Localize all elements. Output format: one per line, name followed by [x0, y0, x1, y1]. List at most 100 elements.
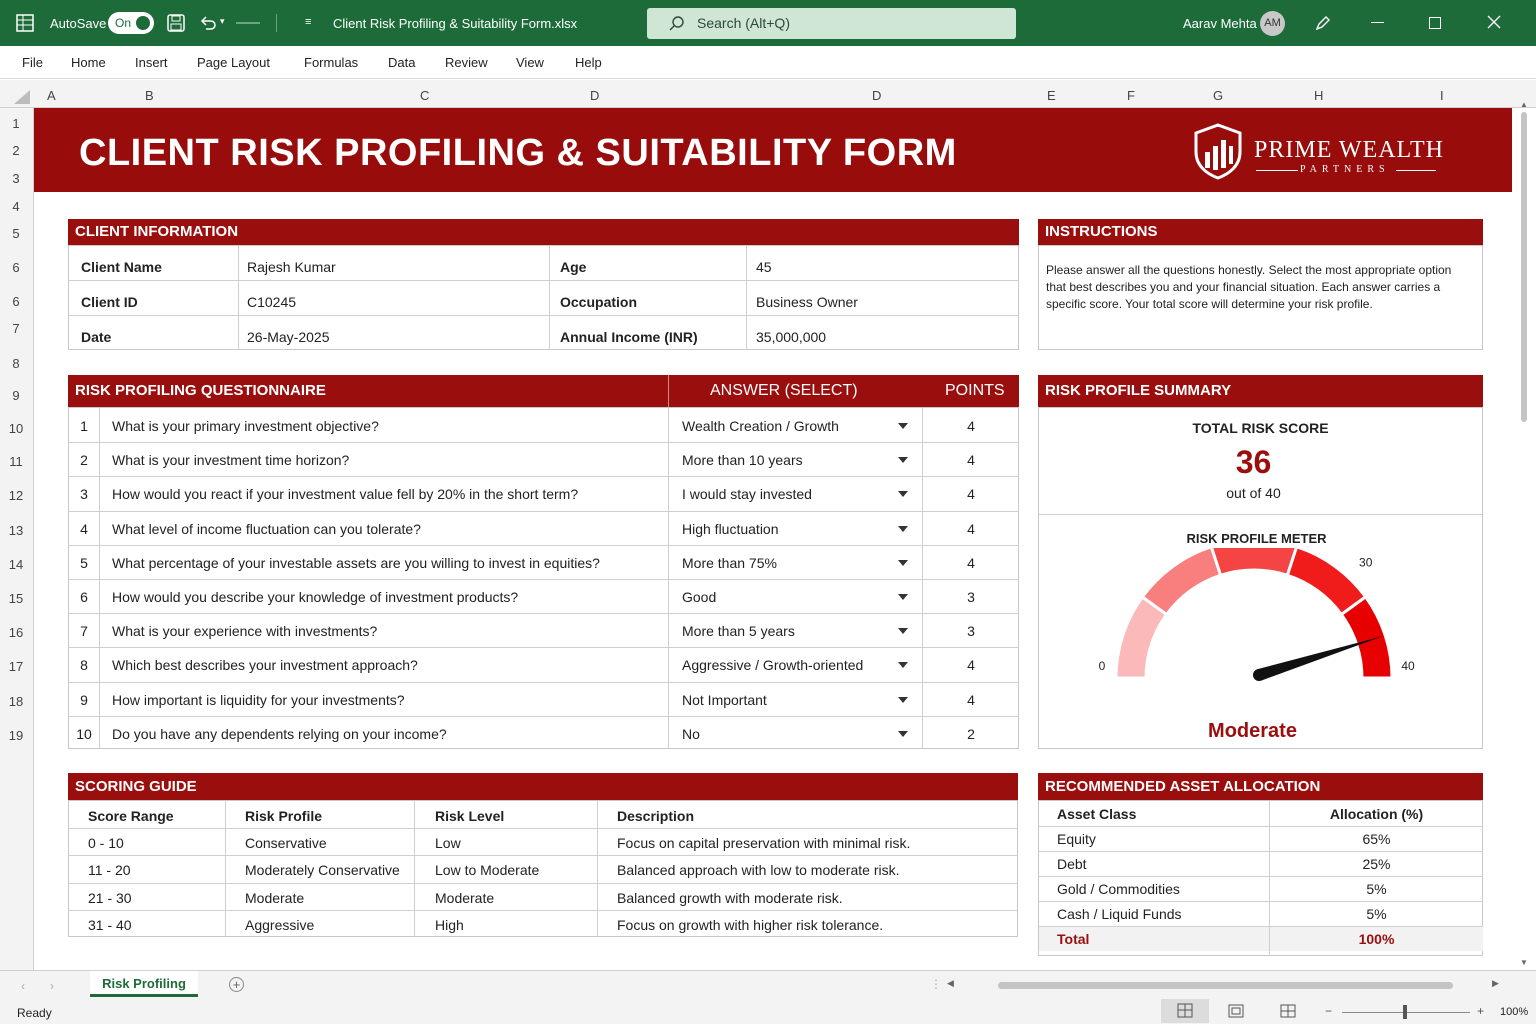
avatar[interactable]: AM	[1260, 11, 1285, 36]
add-sheet-icon[interactable]: +	[229, 977, 244, 992]
tab-data[interactable]: Data	[388, 55, 415, 70]
dropdown-arrow-icon[interactable]	[898, 662, 908, 669]
row-header[interactable]: 11	[0, 454, 32, 469]
worksheet[interactable]: CLIENT RISK PROFILING & SUITABILITY FORM…	[34, 108, 1518, 970]
dropdown-arrow-icon[interactable]	[898, 423, 908, 429]
tab-split-handle-icon[interactable]: ⋮	[930, 977, 942, 991]
search-input[interactable]: Search (Alt+Q)	[647, 8, 1016, 39]
save-icon[interactable]	[166, 13, 186, 36]
answer-dropdown[interactable]: Wealth Creation / Growth	[682, 418, 839, 434]
row-header[interactable]: 2	[0, 143, 32, 158]
row-header[interactable]: 3	[0, 171, 32, 186]
row-header[interactable]: 6	[0, 260, 32, 275]
row-header[interactable]: 15	[0, 591, 32, 606]
quick-access-more-icon[interactable]	[236, 22, 260, 24]
row-header[interactable]: 13	[0, 523, 32, 538]
sheet-tab-risk-profiling[interactable]: Risk Profiling	[90, 971, 198, 997]
scroll-up-icon[interactable]: ▲	[1520, 100, 1528, 109]
answer-dropdown[interactable]: More than 75%	[682, 555, 777, 571]
dropdown-arrow-icon[interactable]	[898, 491, 908, 498]
dropdown-arrow-icon[interactable]	[898, 525, 908, 532]
sheet-prev-icon[interactable]: ‹	[21, 979, 25, 993]
row-header[interactable]: 8	[0, 356, 32, 371]
vertical-scroll-thumb[interactable]	[1521, 112, 1527, 422]
column-header[interactable]: F	[1127, 88, 1135, 103]
tab-page-layout[interactable]: Page Layout	[197, 55, 270, 70]
row-header[interactable]: 1	[0, 116, 32, 131]
row-header[interactable]: 19	[0, 728, 32, 743]
column-header[interactable]: H	[1314, 88, 1323, 103]
zoom-level[interactable]: 100%	[1500, 1006, 1528, 1018]
column-header[interactable]: I	[1440, 88, 1444, 103]
column-header[interactable]: G	[1213, 88, 1223, 103]
zoom-in-icon[interactable]: +	[1477, 1004, 1484, 1018]
tab-formulas[interactable]: Formulas	[304, 55, 358, 70]
row-header[interactable]: 18	[0, 694, 32, 709]
answer-dropdown[interactable]: Not Important	[682, 692, 767, 708]
row-header[interactable]: 10	[0, 421, 32, 436]
answer-dropdown[interactable]: More than 5 years	[682, 623, 795, 639]
column-header[interactable]: A	[47, 88, 56, 103]
hscroll-left-icon[interactable]: ◀	[947, 978, 954, 989]
normal-view-icon[interactable]	[1161, 999, 1209, 1023]
tab-insert[interactable]: Insert	[135, 55, 168, 70]
zoom-out-icon[interactable]: −	[1325, 1004, 1332, 1018]
dropdown-arrow-icon[interactable]	[898, 559, 908, 566]
row-header[interactable]: 17	[0, 659, 32, 674]
dropdown-arrow-icon[interactable]	[898, 628, 908, 635]
dropdown-arrow-icon[interactable]	[898, 696, 908, 703]
answer-dropdown[interactable]: Good	[682, 589, 716, 605]
autosave-toggle[interactable]: On	[108, 12, 154, 34]
dropdown-arrow-icon[interactable]	[898, 457, 908, 464]
maximize-icon[interactable]	[1429, 17, 1441, 29]
horizontal-scroll-thumb[interactable]	[998, 982, 1453, 989]
row-header[interactable]: 14	[0, 557, 32, 572]
select-all-corner[interactable]	[14, 90, 30, 104]
customize-icon[interactable]: ≡	[305, 16, 311, 28]
tab-review[interactable]: Review	[445, 55, 488, 70]
column-header[interactable]: E	[1047, 88, 1056, 103]
age-value[interactable]: 45	[756, 259, 772, 275]
column-header[interactable]: C	[420, 88, 429, 103]
row-header[interactable]: 12	[0, 488, 32, 503]
column-header[interactable]: D	[872, 88, 881, 103]
row-header[interactable]: 4	[0, 199, 32, 214]
pen-icon[interactable]	[1313, 13, 1333, 36]
dropdown-arrow-icon[interactable]	[898, 730, 908, 737]
column-header[interactable]: B	[145, 88, 154, 103]
answer-dropdown[interactable]: High fluctuation	[682, 521, 779, 537]
row-header[interactable]: 16	[0, 625, 32, 640]
page-layout-view-icon[interactable]	[1228, 1004, 1244, 1021]
scroll-down-icon[interactable]: ▼	[1520, 958, 1528, 967]
zoom-slider-thumb[interactable]	[1403, 1005, 1407, 1019]
hscroll-right-icon[interactable]: ▶	[1492, 978, 1499, 989]
undo-icon[interactable]	[198, 13, 218, 36]
excel-app-icon[interactable]	[15, 13, 35, 36]
undo-dropdown-icon[interactable]: ▾	[220, 16, 225, 27]
date-value[interactable]: 26-May-2025	[247, 329, 330, 345]
close-icon[interactable]	[1486, 13, 1502, 34]
vertical-scrollbar[interactable]: ▲ ▼	[1518, 100, 1530, 970]
row-header[interactable]: 5	[0, 226, 32, 241]
answer-dropdown[interactable]: More than 10 years	[682, 452, 803, 468]
tab-view[interactable]: View	[516, 55, 544, 70]
sheet-next-icon[interactable]: ›	[50, 979, 54, 993]
page-break-view-icon[interactable]	[1280, 1004, 1296, 1021]
minimize-icon[interactable]	[1371, 22, 1384, 23]
dropdown-arrow-icon[interactable]	[898, 594, 908, 600]
column-header[interactable]: D	[590, 88, 599, 103]
annual-income-value[interactable]: 35,000,000	[756, 329, 826, 345]
tab-file[interactable]: File	[22, 55, 43, 70]
user-name[interactable]: Aarav Mehta	[1183, 16, 1257, 31]
client-name-value[interactable]: Rajesh Kumar	[247, 259, 336, 275]
answer-dropdown[interactable]: I would stay invested	[682, 486, 812, 502]
client-id-value[interactable]: C10245	[247, 294, 296, 310]
tab-help[interactable]: Help	[575, 55, 602, 70]
row-header[interactable]: 6	[0, 294, 32, 309]
row-header[interactable]: 7	[0, 321, 32, 336]
row-header[interactable]: 9	[0, 388, 32, 403]
answer-dropdown[interactable]: Aggressive / Growth-oriented	[682, 657, 863, 673]
answer-dropdown[interactable]: No	[682, 726, 700, 742]
occupation-value[interactable]: Business Owner	[756, 294, 858, 310]
tab-home[interactable]: Home	[71, 55, 106, 70]
